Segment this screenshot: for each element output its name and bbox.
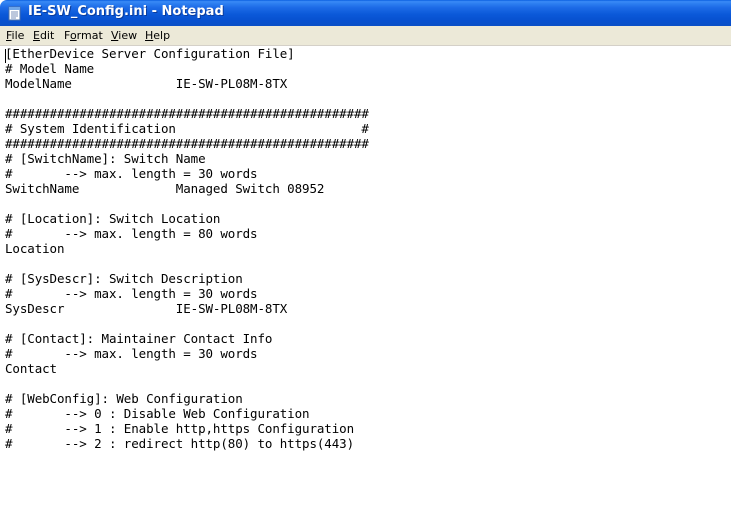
editor-line: # [SysDescr]: Switch Description	[5, 271, 243, 286]
editor-line: # --> 0 : Disable Web Configuration	[5, 406, 310, 421]
menu-edit[interactable]: Edit	[32, 29, 55, 43]
editor-line: # --> max. length = 30 words	[5, 286, 258, 301]
window-title: IE-SW_Config.ini - Notepad	[28, 4, 224, 19]
editor-line: [EtherDevice Server Configuration File]	[5, 46, 295, 61]
editor-line: # [SwitchName]: Switch Name	[5, 151, 206, 166]
editor-line: Location	[5, 241, 65, 256]
editor-line: # --> max. length = 30 words	[5, 346, 258, 361]
editor-line: # System Identification #	[5, 121, 369, 136]
editor-line: # [WebConfig]: Web Configuration	[5, 391, 243, 406]
menu-file[interactable]: File	[5, 29, 25, 43]
editor-line: # [Location]: Switch Location	[5, 211, 221, 226]
editor-line: # --> max. length = 80 words	[5, 226, 258, 241]
editor-line: # [Contact]: Maintainer Contact Info	[5, 331, 273, 346]
editor-line: # --> 2 : redirect http(80) to https(443…	[5, 436, 355, 451]
editor-line: ########################################…	[5, 106, 369, 121]
editor-line: SysDescr IE-SW-PL08M-8TX	[5, 301, 288, 316]
menu-bar: File Edit Format View Help	[0, 26, 731, 46]
menu-help[interactable]: Help	[144, 29, 171, 43]
title-bar[interactable]: IE-SW_Config.ini - Notepad	[0, 0, 731, 26]
editor-line: # Model Name	[5, 61, 95, 76]
editor-line: ModelName IE-SW-PL08M-8TX	[5, 76, 288, 91]
menu-format[interactable]: Format	[63, 29, 104, 43]
notepad-window: IE-SW_Config.ini - Notepad File Edit For…	[0, 0, 731, 515]
editor-line: Contact	[5, 361, 57, 376]
text-editor[interactable]: [EtherDevice Server Configuration File] …	[0, 46, 731, 515]
notepad-icon	[8, 6, 21, 21]
editor-line: # --> max. length = 30 words	[5, 166, 258, 181]
editor-line: SwitchName Managed Switch 08952	[5, 181, 325, 196]
editor-line: ########################################…	[5, 136, 369, 151]
menu-view[interactable]: View	[110, 29, 138, 43]
editor-line: # --> 1 : Enable http,https Configuratio…	[5, 421, 355, 436]
